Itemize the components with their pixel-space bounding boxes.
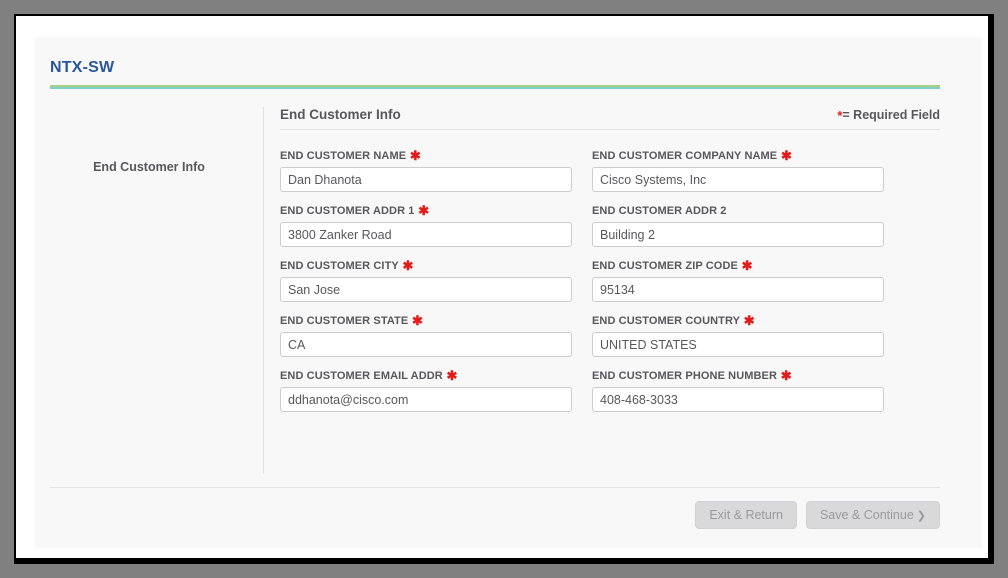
end-customer-phone-number-input[interactable] [592,387,884,412]
field-label: END CUSTOMER COUNTRY ✱ [592,313,755,328]
field-label: END CUSTOMER COMPANY NAME ✱ [592,148,792,163]
end-customer-addr-1-input[interactable] [280,222,572,247]
field-label: END CUSTOMER PHONE NUMBER ✱ [592,368,792,383]
required-field-legend: *= Required Field [837,108,940,122]
section-header: End Customer Info *= Required Field [280,107,940,129]
end-customer-addr-2-input[interactable] [592,222,884,247]
form-field: END CUSTOMER COMPANY NAME ✱ [592,148,884,192]
footer-divider [50,487,940,488]
required-legend-text: = Required Field [842,108,940,122]
sidebar: End Customer Info [35,107,264,474]
field-label: END CUSTOMER NAME ✱ [280,148,421,163]
required-asterisk-icon: ✱ [737,258,753,273]
required-asterisk-icon: ✱ [398,258,414,273]
form-area: End Customer Info *= Required Field END … [280,107,940,412]
required-asterisk-icon: ✱ [777,148,792,163]
form-grid: END CUSTOMER NAME ✱ END CUSTOMER COMPANY … [280,148,940,412]
field-label: END CUSTOMER STATE ✱ [280,313,424,328]
sidebar-item-end-customer-info[interactable]: End Customer Info [35,160,263,174]
form-field: END CUSTOMER PHONE NUMBER ✱ [592,368,884,412]
field-label: END CUSTOMER ZIP CODE ✱ [592,258,753,273]
title-underline-rule [50,85,940,89]
page-header: NTX-SW [50,59,940,89]
content-row: End Customer Info End Customer Info *= R… [35,107,982,548]
form-field: END CUSTOMER ADDR 1 ✱ [280,203,572,247]
save-and-continue-label: Save & Continue [819,508,914,522]
footer-actions: Exit & Return Save & Continue ❯ [695,501,940,529]
end-customer-name-input[interactable] [280,167,572,192]
form-field: END CUSTOMER ZIP CODE ✱ [592,258,884,302]
window-frame: NTX-SW End Customer Info End Customer In… [14,14,994,564]
form-field: END CUSTOMER EMAIL ADDR ✱ [280,368,572,412]
field-label: END CUSTOMER CITY ✱ [280,258,414,273]
required-asterisk-icon: * [837,108,843,123]
save-and-continue-button[interactable]: Save & Continue ❯ [805,501,940,529]
end-customer-state-input[interactable] [280,332,572,357]
required-asterisk-icon: ✱ [777,368,792,383]
section-divider [280,129,940,130]
field-label: END CUSTOMER EMAIL ADDR ✱ [280,368,458,383]
form-field: END CUSTOMER STATE ✱ [280,313,572,357]
form-field: END CUSTOMER NAME ✱ [280,148,572,192]
end-customer-city-input[interactable] [280,277,572,302]
field-label: END CUSTOMER ADDR 2 [592,205,727,217]
end-customer-email-addr-input[interactable] [280,387,572,412]
field-label: END CUSTOMER ADDR 1 ✱ [280,203,430,218]
required-asterisk-icon: ✱ [442,368,458,383]
end-customer-country-input[interactable] [592,332,884,357]
form-field: END CUSTOMER CITY ✱ [280,258,572,302]
end-customer-zip-code-input[interactable] [592,277,884,302]
app-panel: NTX-SW End Customer Info End Customer In… [35,37,982,548]
exit-and-return-label: Exit & Return [709,508,783,522]
required-asterisk-icon: ✱ [740,313,755,328]
sidebar-item-label: End Customer Info [93,160,205,174]
required-asterisk-icon: ✱ [406,148,421,163]
form-field: END CUSTOMER ADDR 2 [592,205,884,247]
window-surface: NTX-SW End Customer Info End Customer In… [16,16,988,558]
end-customer-company-name-input[interactable] [592,167,884,192]
chevron-right-icon: ❯ [916,510,926,522]
required-asterisk-icon: ✱ [414,203,430,218]
page-title: NTX-SW [50,59,115,76]
required-asterisk-icon: ✱ [408,313,424,328]
section-title: End Customer Info [280,107,401,122]
exit-and-return-button[interactable]: Exit & Return [695,501,797,529]
form-field: END CUSTOMER COUNTRY ✱ [592,313,884,357]
